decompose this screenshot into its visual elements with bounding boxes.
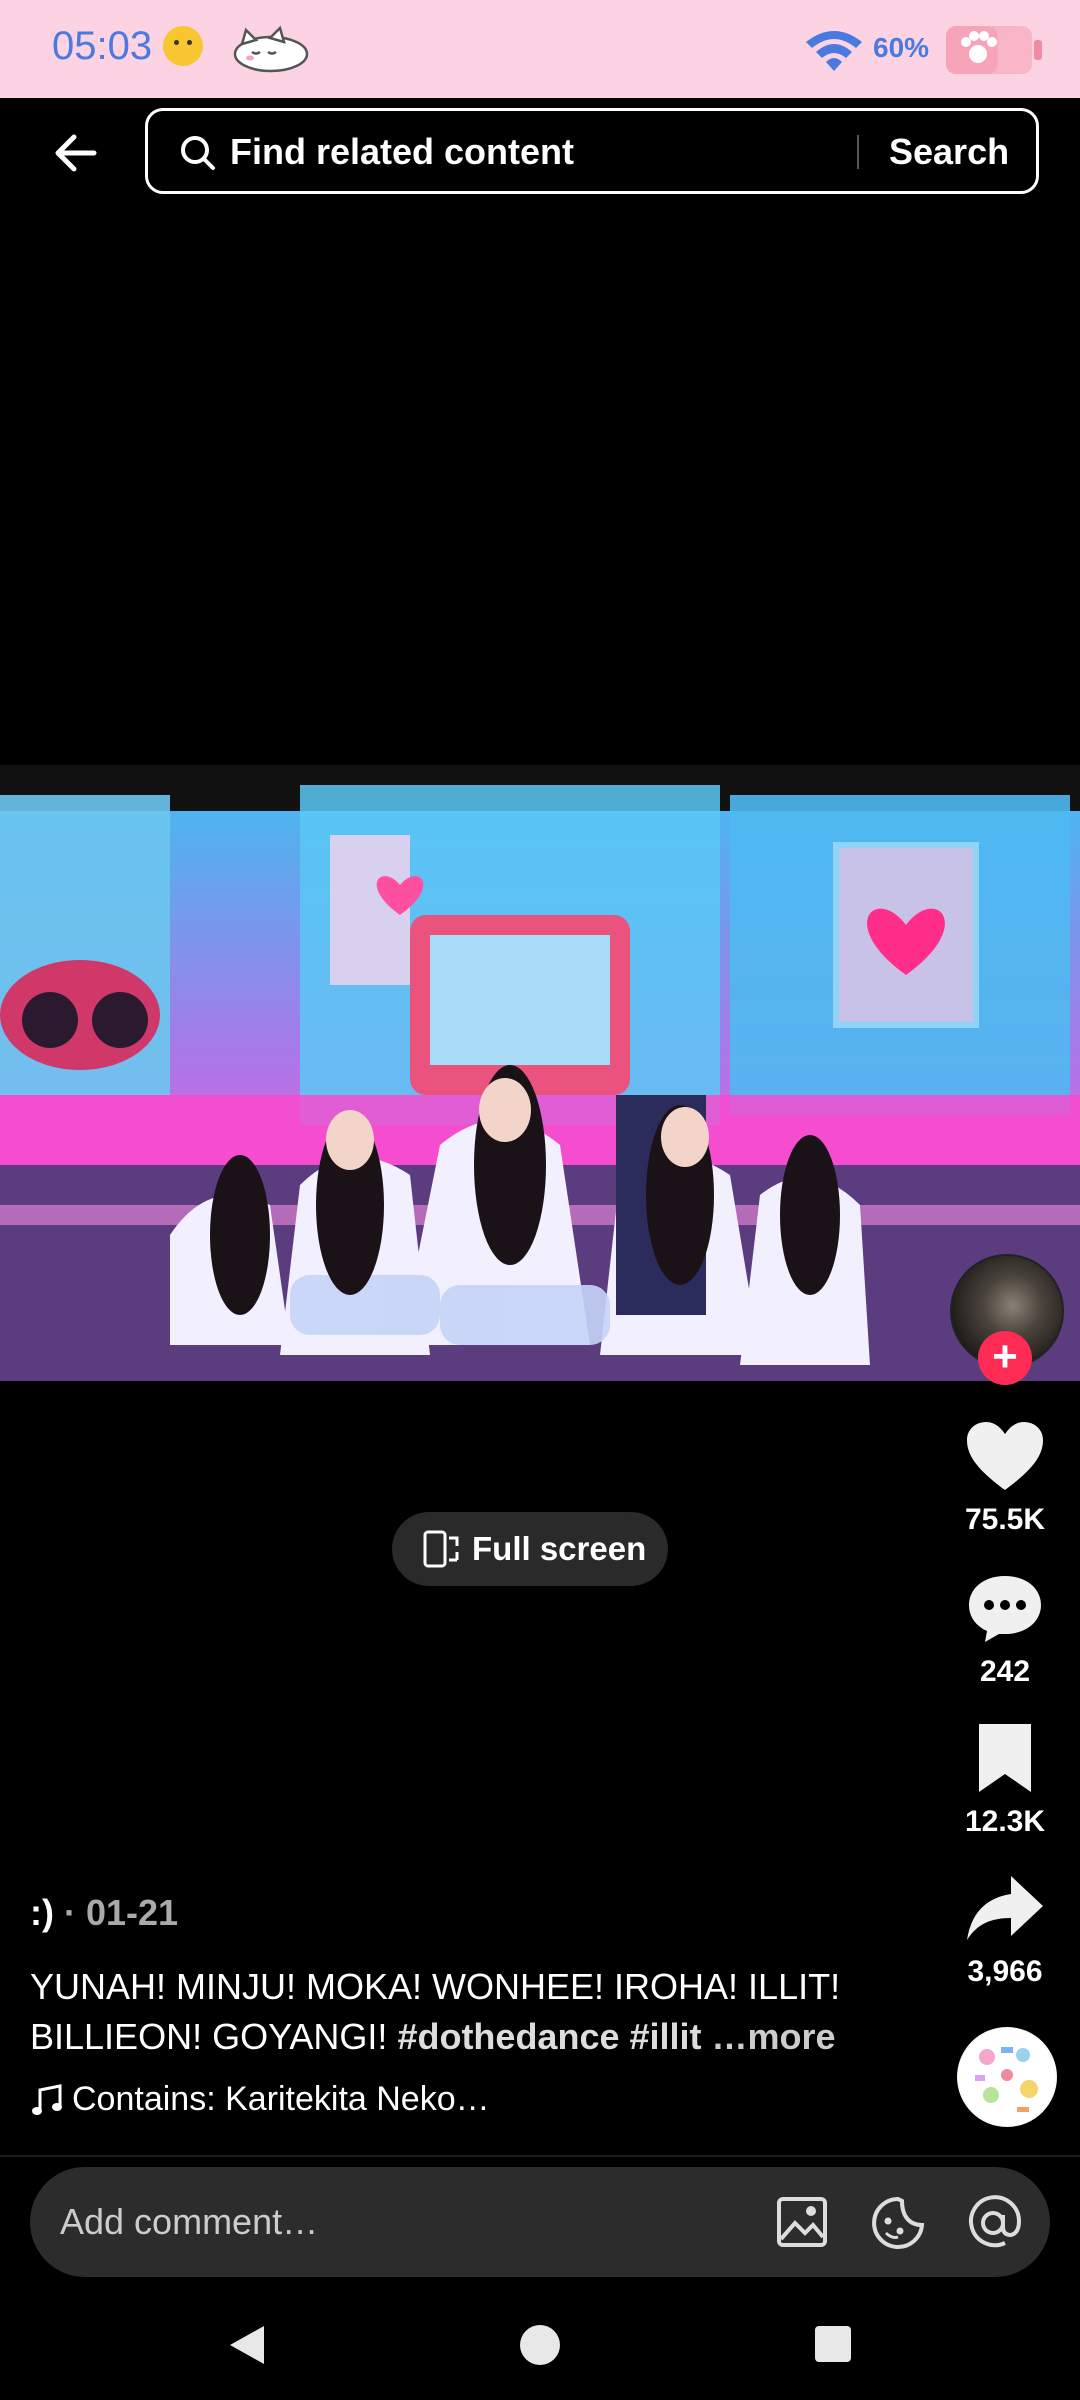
back-arrow-icon[interactable] [46, 122, 108, 184]
more-link[interactable]: …more [702, 2016, 836, 2057]
music-disc-art [959, 2029, 1055, 2125]
comment-button[interactable]: 242 [940, 1572, 1070, 1689]
search-box[interactable]: Find related content Search [145, 108, 1039, 194]
battery-percent: 60% [873, 32, 930, 63]
author-line: :) · 01-21 [30, 1892, 178, 1934]
fullscreen-icon [423, 1530, 459, 1568]
nav-home-icon[interactable] [518, 2323, 562, 2367]
music-note-icon [32, 2084, 62, 2116]
divider [0, 2155, 1080, 2157]
post-separator: · [53, 1892, 86, 1933]
search-divider [857, 135, 859, 169]
sticker-icon[interactable] [870, 2195, 926, 2251]
save-count: 12.3K [964, 1805, 1046, 1838]
comment-icon [969, 1576, 1041, 1642]
image-icon[interactable] [775, 2195, 829, 2249]
fullscreen-button[interactable]: Full screen [392, 1512, 668, 1586]
music-line[interactable]: Contains: Karitekita Neko… [30, 2080, 490, 2119]
status-bar: 05:03 60% [0, 0, 1080, 98]
like-button[interactable]: 75.5K [940, 1420, 1070, 1537]
mention-icon[interactable] [965, 2195, 1021, 2251]
share-count: 3,966 [967, 1955, 1043, 1988]
system-nav-bar [0, 2290, 1080, 2400]
comment-bar[interactable]: Add comment… [30, 2167, 1050, 2277]
video-player[interactable] [0, 765, 1080, 1381]
comment-input[interactable]: Add comment… [60, 2201, 318, 2243]
follow-button[interactable]: + [978, 1331, 1032, 1385]
hashtag-dothedance[interactable]: #dothedance [397, 2016, 619, 2057]
post-date: 01-21 [85, 1892, 179, 1933]
music-title: Contains: Karitekita Neko… [72, 2080, 490, 2118]
heart-icon [967, 1422, 1043, 1490]
share-button[interactable]: 3,966 [940, 1872, 1070, 1989]
wifi-icon [806, 31, 862, 71]
author-name[interactable]: :) [30, 1892, 54, 1933]
cat-sticker-icon [233, 25, 309, 73]
battery-icon [946, 26, 1042, 74]
comment-count: 242 [979, 1655, 1031, 1688]
share-icon [967, 1876, 1043, 1940]
caption: YUNAH! MINJU! MOKA! WONHEE! IROHA! ILLIT… [30, 1962, 930, 2062]
fullscreen-label: Full screen [472, 1530, 647, 1567]
status-time: 05:03 [52, 24, 153, 68]
search-button[interactable]: Search [889, 131, 1009, 173]
search-icon [181, 136, 215, 170]
search-input[interactable]: Find related content [230, 131, 574, 173]
like-count: 75.5K [964, 1503, 1046, 1536]
nav-back-icon[interactable] [224, 2322, 268, 2368]
nav-recents-icon[interactable] [813, 2324, 853, 2364]
smiley-emoji-icon [163, 26, 203, 66]
hashtag-illit[interactable]: #illit [630, 2016, 702, 2057]
bookmark-icon [979, 1724, 1031, 1792]
save-button[interactable]: 12.3K [940, 1722, 1070, 1839]
music-disc[interactable] [957, 2027, 1057, 2127]
